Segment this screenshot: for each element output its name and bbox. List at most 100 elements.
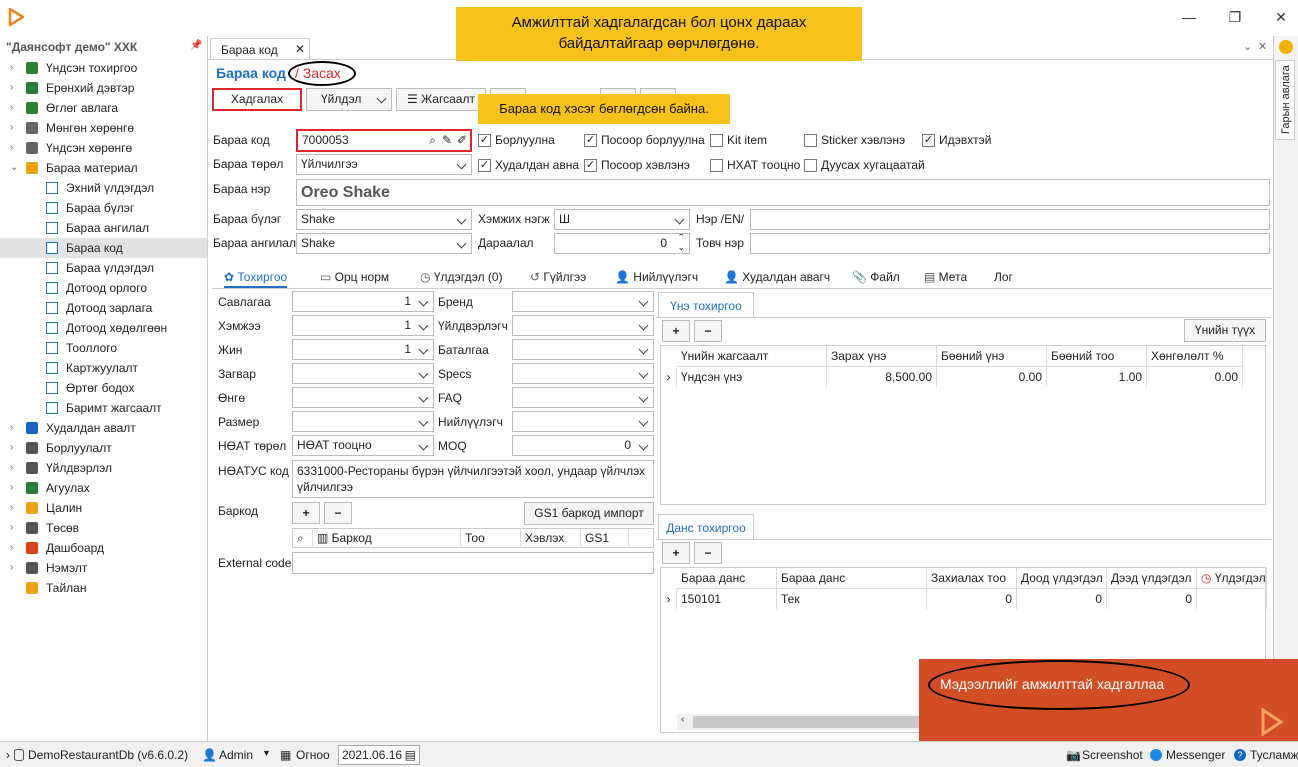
add-barcode-button[interactable]: + xyxy=(292,502,320,524)
tab-8[interactable]: ▤ Мета xyxy=(924,266,967,288)
checkbox[interactable]: ✓ xyxy=(478,159,491,172)
checkbox[interactable]: ✓ xyxy=(478,134,491,147)
external-code-input[interactable] xyxy=(292,552,654,574)
chevron-right-icon[interactable]: › xyxy=(10,98,13,118)
sidebar-item[interactable]: Бараа бүлэг xyxy=(0,198,207,218)
checkbox[interactable]: ✓ xyxy=(584,134,597,147)
chevron-down-icon[interactable]: ▼ xyxy=(262,748,271,758)
add-account-button[interactable]: + xyxy=(662,542,690,564)
close-window-button[interactable]: ✕ xyxy=(1266,6,1296,28)
tab-2[interactable]: ▭ Орц норм xyxy=(320,266,389,288)
chevron-right-icon[interactable]: › xyxy=(10,558,13,578)
setting-field[interactable]: 0 xyxy=(512,435,654,456)
chevron-right-icon[interactable]: › xyxy=(10,418,13,438)
tab-7[interactable]: 📎 Файл xyxy=(852,266,900,288)
setting-field[interactable] xyxy=(512,363,654,384)
remove-barcode-button[interactable]: − xyxy=(324,502,352,524)
setting-field[interactable]: НӨАТ тооцно xyxy=(292,435,434,456)
close-tab-icon[interactable]: ✕ xyxy=(295,42,305,56)
checkbox[interactable]: ✓ xyxy=(922,134,935,147)
order-input[interactable]: 0 ⌃ ⌄ xyxy=(554,233,690,254)
type-select[interactable]: Үйлчилгээ xyxy=(296,154,472,175)
gs1-import-button[interactable]: GS1 баркод импорт xyxy=(524,502,654,525)
tab-4[interactable]: ↺ Гүйлгээ xyxy=(530,266,586,288)
sidebar-item[interactable]: ⌄ Бараа материал xyxy=(0,158,207,178)
tab-manual[interactable]: Гарын авлага xyxy=(1275,60,1295,140)
scroll-left-icon[interactable]: ‹ xyxy=(681,714,684,725)
scrollbar-thumb[interactable] xyxy=(693,716,953,728)
sidebar-item[interactable]: Бараа ангилал xyxy=(0,218,207,238)
add-price-button[interactable]: + xyxy=(662,320,690,342)
setting-field[interactable] xyxy=(512,315,654,336)
setting-field[interactable] xyxy=(292,411,434,432)
sidebar-item[interactable]: › Дашбоард xyxy=(0,538,207,558)
unit-select[interactable]: Ш xyxy=(554,209,690,230)
sidebar-item[interactable]: Өртөг бодох xyxy=(0,378,207,398)
sidebar-item[interactable]: › Үйлдвэрлэл xyxy=(0,458,207,478)
checkbox[interactable] xyxy=(710,134,723,147)
tab-1[interactable]: ✿ Тохиргоо xyxy=(224,266,288,288)
sidebar-item[interactable]: › Өглөг авлага xyxy=(0,98,207,118)
chevron-right-icon[interactable]: › xyxy=(10,478,13,498)
setting-field[interactable] xyxy=(512,411,654,432)
setting-field[interactable] xyxy=(292,387,434,408)
name-input[interactable]: Oreo Shake xyxy=(296,179,1270,206)
vat-code-input[interactable]: 6331000-Рестораны бүрэн үйлчилгээтэй хоо… xyxy=(292,460,654,498)
pen-icon[interactable]: ✎ xyxy=(442,131,452,150)
chevron-right-icon[interactable]: › xyxy=(10,458,13,478)
setting-field[interactable]: 1 xyxy=(292,291,434,312)
chevron-right-icon[interactable]: › xyxy=(10,498,13,518)
checkbox[interactable] xyxy=(804,159,817,172)
short-name-input[interactable] xyxy=(750,233,1270,254)
group-select[interactable]: Shake xyxy=(296,209,472,230)
minimize-button[interactable]: — xyxy=(1174,6,1204,28)
chevron-right-icon[interactable]: › xyxy=(661,589,677,609)
class-select[interactable]: Shake xyxy=(296,233,472,254)
chevron-right-icon[interactable]: › xyxy=(10,138,13,158)
sidebar-item[interactable]: › Мөнгөн хөрөнгө xyxy=(0,118,207,138)
setting-field[interactable] xyxy=(512,339,654,360)
tab-9[interactable]: Лог xyxy=(994,266,1013,288)
sidebar-item[interactable]: › Нэмэлт xyxy=(0,558,207,578)
date-field[interactable]: 2021.06.16 ▤ xyxy=(338,745,420,765)
setting-field[interactable] xyxy=(292,363,434,384)
screenshot-button[interactable]: Screenshot xyxy=(1082,748,1143,762)
search-icon[interactable]: ⌕ xyxy=(293,529,313,548)
sidebar-item[interactable]: › Борлуулалт xyxy=(0,438,207,458)
sidebar-item[interactable]: Картжуулалт xyxy=(0,358,207,378)
sidebar-item[interactable]: › Худалдан авалт xyxy=(0,418,207,438)
remove-price-button[interactable]: − xyxy=(694,320,722,342)
wand-icon[interactable]: ✐ xyxy=(457,131,467,150)
tab-price-settings[interactable]: Үнэ тохиргоо xyxy=(658,292,754,318)
sidebar-item[interactable]: Тооллого xyxy=(0,338,207,358)
sidebar-item[interactable]: › Үндсэн тохиргоо xyxy=(0,58,207,78)
chevron-right-icon[interactable]: › xyxy=(10,538,13,558)
sidebar-item[interactable]: › Цалин xyxy=(0,498,207,518)
spin-icon[interactable]: ⌃ ⌄ xyxy=(677,234,685,252)
sidebar-item[interactable]: Дотоод орлого xyxy=(0,278,207,298)
setting-field[interactable] xyxy=(512,291,654,312)
sidebar-item[interactable]: Бараа код xyxy=(0,238,207,258)
chevron-down-icon[interactable]: ⌄ xyxy=(10,158,18,178)
close-icon[interactable]: ✕ xyxy=(1258,40,1267,53)
tab-3[interactable]: ◷ Үлдэгдэл (0) xyxy=(420,266,503,288)
chevron-right-icon[interactable]: › xyxy=(10,118,13,138)
sidebar-item[interactable]: › Ерөнхий дэвтэр xyxy=(0,78,207,98)
user-label[interactable]: Admin xyxy=(219,748,253,762)
tab-6[interactable]: 👤 Худалдан авагч xyxy=(724,266,830,288)
pin-icon[interactable]: 📌 xyxy=(190,40,202,51)
setting-field[interactable] xyxy=(512,387,654,408)
price-history-button[interactable]: Үнийн түүх xyxy=(1184,319,1266,342)
tab-5[interactable]: 👤 Нийлүүлэгч xyxy=(615,266,698,288)
chevron-right-icon[interactable]: › xyxy=(6,748,10,762)
remove-account-button[interactable]: − xyxy=(694,542,722,564)
calendar-icon[interactable]: ▤ xyxy=(405,746,416,764)
sidebar-item[interactable]: › Үндсэн хөрөнгө xyxy=(0,138,207,158)
sidebar-item[interactable]: Дотоод хөдөлгөөн xyxy=(0,318,207,338)
chevron-right-icon[interactable]: › xyxy=(10,78,13,98)
help-button[interactable]: Тусламж xyxy=(1250,748,1298,762)
setting-field[interactable]: 1 xyxy=(292,339,434,360)
search-icon[interactable]: ⌕ xyxy=(429,131,436,150)
sidebar-item[interactable]: › Агуулах xyxy=(0,478,207,498)
chevron-right-icon[interactable]: › xyxy=(661,367,677,387)
